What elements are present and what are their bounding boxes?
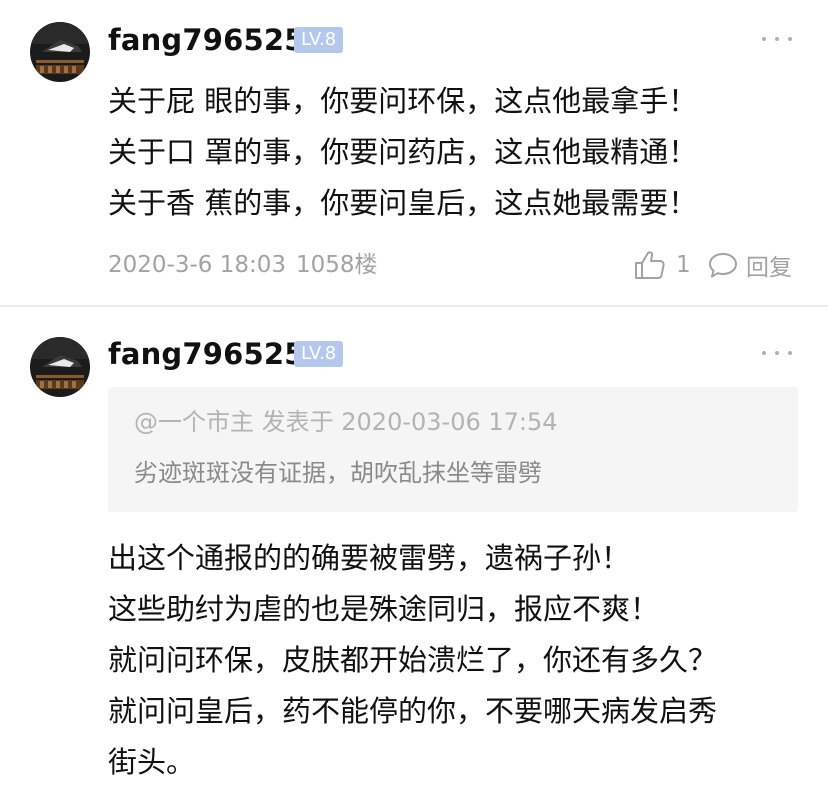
like-button[interactable]: 1 xyxy=(634,248,691,282)
more-button[interactable] xyxy=(762,343,792,363)
comment-meta: 2020-3-6 18:03 1058楼 xyxy=(108,248,378,282)
more-dots-icon xyxy=(762,37,766,41)
username[interactable]: fang796525 xyxy=(108,22,305,58)
username[interactable]: fang796525 xyxy=(108,336,305,372)
reply-label: 回复 xyxy=(746,255,792,281)
quoted-comment[interactable]: @一个市主 发表于 2020-03-06 17:54 劣迹斑斑没有证据，胡吹乱抹… xyxy=(108,387,798,512)
comment-item: fang796525 LV.8 @一个市主 发表于 2020-03-06 17:… xyxy=(0,307,828,801)
avatar[interactable] xyxy=(30,22,90,82)
speech-bubble-icon xyxy=(709,253,737,278)
floor-number: 1058楼 xyxy=(296,252,378,278)
more-dots-icon-dot xyxy=(775,37,779,41)
like-count: 1 xyxy=(676,252,691,278)
thumbs-up-icon xyxy=(635,251,665,279)
comment-line: 关于屁 眼的事，你要问环保，这点他最拿手！ xyxy=(108,84,698,118)
avatar[interactable] xyxy=(30,337,90,397)
comment-line: 关于口 罩的事，你要问药店，这点他最精通！ xyxy=(108,135,698,169)
more-dots-icon-dot xyxy=(788,37,792,41)
comment-body: 关于屁 眼的事，你要问环保，这点他最拿手！ 关于口 罩的事，你要问药店，这点他最… xyxy=(108,76,697,229)
more-dots-icon xyxy=(762,351,766,355)
comment-line: 这些助纣为虐的也是殊途同归，报应不爽！ xyxy=(108,592,660,626)
comment-line: 关于香 蕉的事，你要问皇后，这点她最需要！ xyxy=(108,186,698,220)
comment-line: 出这个通报的的确要被雷劈，遗祸子孙！ xyxy=(108,541,631,575)
comment-body: 出这个通报的的确要被雷劈，遗祸子孙！ 这些助纣为虐的也是殊途同归，报应不爽！ 就… xyxy=(108,533,717,788)
reply-button[interactable]: 回复 xyxy=(708,248,792,282)
level-badge: LV.8 xyxy=(294,341,344,367)
comment-line: 街头。 xyxy=(108,745,196,779)
quote-text: 劣迹斑斑没有证据，胡吹乱抹坐等雷劈 xyxy=(134,459,542,487)
more-dots-icon-dot xyxy=(788,351,792,355)
more-button[interactable] xyxy=(762,29,792,49)
comment-item: fang796525 LV.8 关于屁 眼的事，你要问环保，这点他最拿手！ 关于… xyxy=(0,0,828,305)
comment-line: 就问问环保，皮肤都开始溃烂了，你还有多久？ xyxy=(108,643,718,677)
more-dots-icon-dot xyxy=(775,351,779,355)
quote-header: @一个市主 发表于 2020-03-06 17:54 xyxy=(134,408,558,436)
comment-datetime: 2020-3-6 18:03 xyxy=(108,252,286,278)
comment-line: 就问问皇后，药不能停的你，不要哪天病发启秀 xyxy=(108,694,718,728)
level-badge: LV.8 xyxy=(294,27,344,53)
